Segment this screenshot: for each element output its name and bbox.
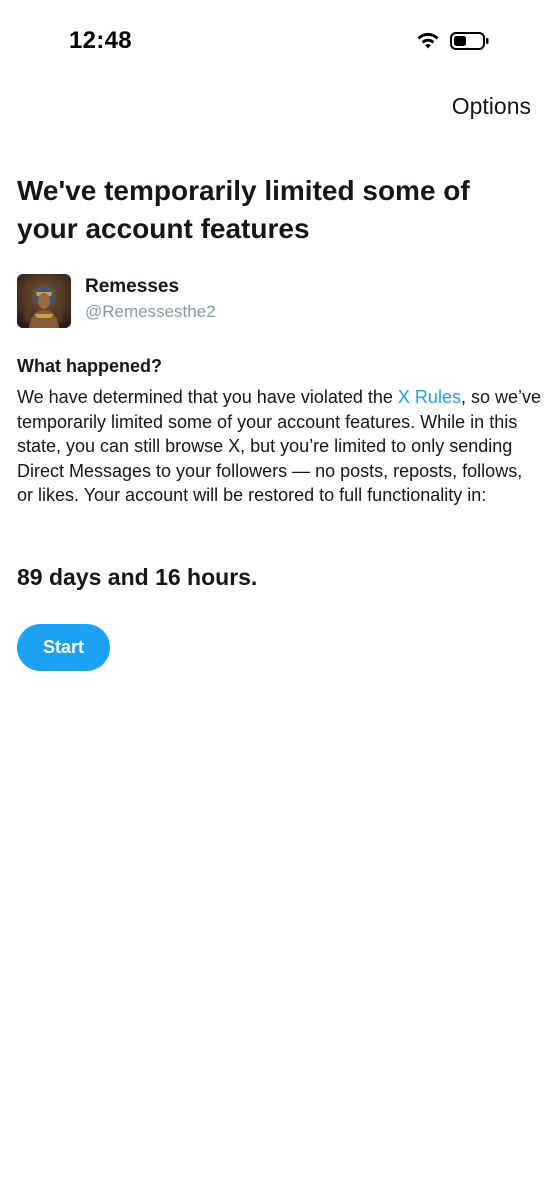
x-rules-link[interactable]: X Rules <box>398 387 461 407</box>
start-button[interactable]: Start <box>17 624 110 671</box>
options-button[interactable]: Options <box>452 93 531 120</box>
profile-name: Remesses <box>85 276 180 297</box>
battery-low-icon <box>450 32 489 50</box>
wifi-icon <box>417 32 439 49</box>
explanation-text: We have determined that you have violate… <box>17 385 542 508</box>
avatar-image <box>17 274 71 328</box>
page-title: We've temporarily limited some of your a… <box>17 175 470 244</box>
status-bar: 12:48 <box>0 0 554 80</box>
status-time: 12:48 <box>69 27 132 54</box>
section-heading: What happened? <box>17 356 162 376</box>
restriction-countdown: 89 days and 16 hours. <box>17 564 258 590</box>
profile-card: Remesses @Remessesthe2 <box>17 274 417 328</box>
profile-handle: @Remessesthe2 <box>85 302 216 321</box>
explanation-text-part: We have determined that you have violate… <box>17 387 398 407</box>
avatar <box>17 274 71 328</box>
